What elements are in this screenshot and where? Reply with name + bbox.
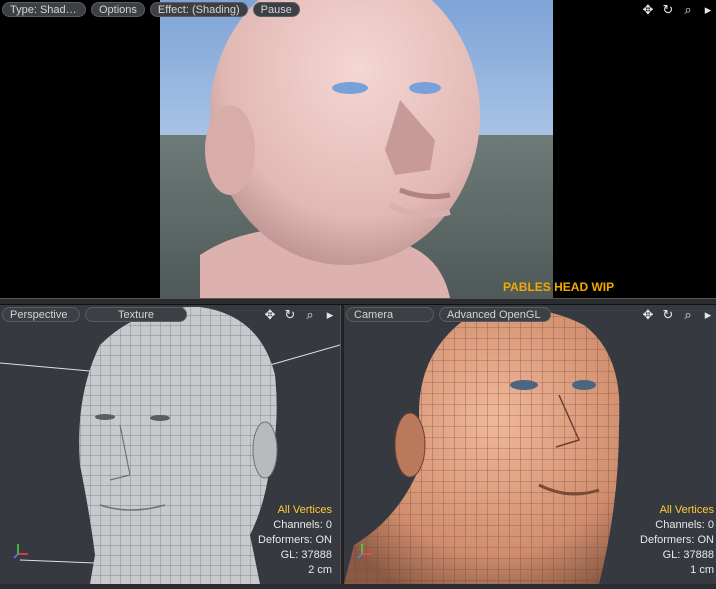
advanced-opengl-button[interactable]: Advanced OpenGL [439, 307, 551, 322]
texture-shading-button[interactable]: Texture [85, 307, 187, 322]
perspective-viewport[interactable]: Perspective Texture ✥ ↻ ⌕ ▸ All Vertices… [0, 305, 340, 584]
perspective-toolbar: Perspective Texture [2, 307, 187, 323]
perspective-info-overlay: All Vertices Channels: 0 Deformers: ON G… [258, 503, 332, 578]
move-icon[interactable]: ✥ [262, 307, 278, 322]
more-icon[interactable]: ▸ [322, 307, 338, 322]
channels-readout: Channels: 0 [655, 519, 714, 531]
perspective-nav-icons: ✥ ↻ ⌕ ▸ [262, 307, 338, 322]
grid-scale-readout: 2 cm [308, 564, 332, 576]
render-toolbar: Type: Shader… Options Effect: (Shading) … [2, 2, 300, 18]
render-nav-icons: ✥ ↻ ⌕ ▸ [640, 2, 716, 17]
camera-toolbar: Camera Advanced OpenGL [346, 307, 551, 323]
gl-readout: GL: 37888 [662, 549, 714, 561]
axis-gizmo-icon [357, 544, 372, 559]
perspective-view-button[interactable]: Perspective [2, 307, 80, 322]
axis-gizmo-icon [13, 544, 28, 559]
type-shader-button[interactable]: Type: Shader… [2, 2, 86, 17]
options-button[interactable]: Options [91, 2, 145, 17]
effect-shading-button[interactable]: Effect: (Shading) [149, 2, 248, 17]
deformers-readout: Deformers: ON [640, 534, 714, 546]
selection-mode-label: All Vertices [277, 504, 332, 516]
bottom-border [0, 584, 716, 589]
channels-readout: Channels: 0 [273, 519, 332, 531]
rotate-icon[interactable]: ↻ [660, 307, 676, 322]
zoom-icon[interactable]: ⌕ [680, 2, 696, 17]
camera-nav-icons: ✥ ↻ ⌕ ▸ [640, 307, 716, 322]
move-icon[interactable]: ✥ [640, 307, 656, 322]
deformers-readout: Deformers: ON [258, 534, 332, 546]
pause-button[interactable]: Pause [252, 2, 300, 17]
more-icon[interactable]: ▸ [700, 2, 716, 17]
camera-view-button[interactable]: Camera [346, 307, 434, 322]
more-icon[interactable]: ▸ [700, 307, 716, 322]
rotate-icon[interactable]: ↻ [282, 307, 298, 322]
zoom-icon[interactable]: ⌕ [680, 307, 696, 322]
gl-readout: GL: 37888 [280, 549, 332, 561]
viewport-divider-horizontal[interactable] [0, 298, 716, 305]
camera-viewport[interactable]: Camera Advanced OpenGL ✥ ↻ ⌕ ▸ All Verti… [344, 305, 716, 584]
rotate-icon[interactable]: ↻ [660, 2, 676, 17]
render-preview-viewport[interactable]: Type: Shader… Options Effect: (Shading) … [0, 0, 716, 298]
wip-caption: PABLES HEAD WIP [503, 280, 615, 294]
move-icon[interactable]: ✥ [640, 2, 656, 17]
selection-mode-label: All Vertices [659, 504, 714, 516]
camera-info-overlay: All Vertices Channels: 0 Deformers: ON G… [640, 503, 714, 578]
zoom-icon[interactable]: ⌕ [302, 307, 318, 322]
render-preview-image [160, 0, 553, 298]
grid-scale-readout: 1 cm [690, 564, 714, 576]
